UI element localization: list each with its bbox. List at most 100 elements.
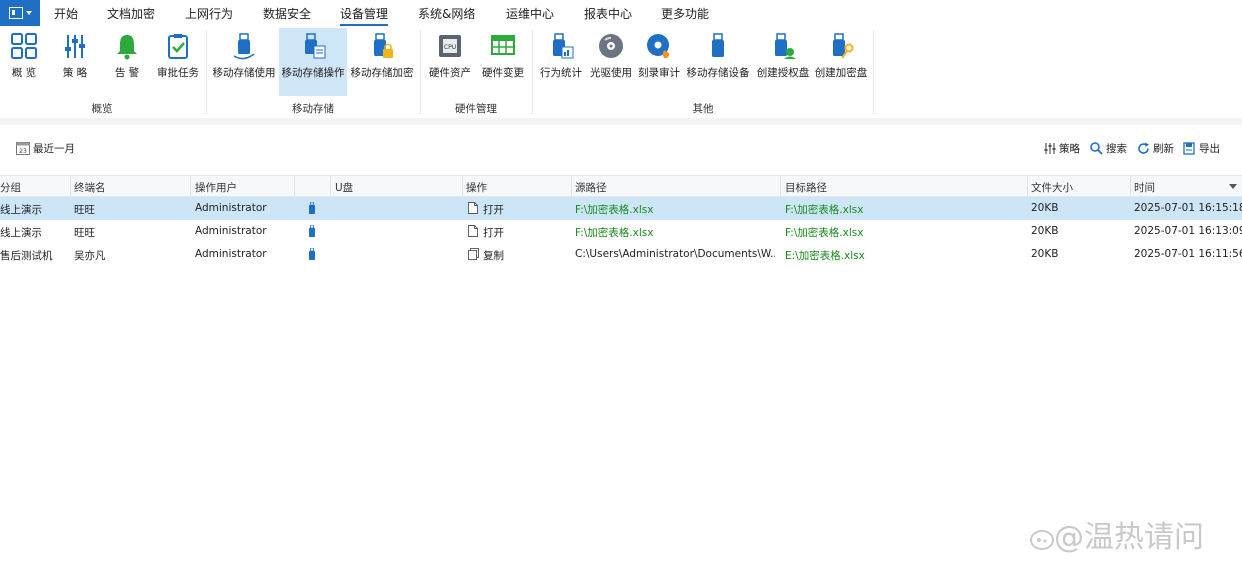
bell-icon xyxy=(117,35,137,60)
cell-group: 线上演示 xyxy=(0,204,42,216)
usb-icon xyxy=(309,248,315,260)
cell-terminal: 旺旺 xyxy=(74,204,95,216)
usb-device-button[interactable]: 移动存储设备 xyxy=(684,28,752,96)
behavior-stats-button[interactable]: 行为统计 xyxy=(536,28,586,96)
column-header-user[interactable]: 操作用户 xyxy=(195,180,237,195)
disc-burn-icon xyxy=(647,34,670,58)
app-menu-icon xyxy=(9,7,23,19)
svg-text:23: 23 xyxy=(19,148,27,155)
table-row[interactable]: 售后测试机 吴亦凡 Administrator 复制 C:\Users\Admi… xyxy=(0,243,1242,266)
cell-terminal: 吴亦凡 xyxy=(74,250,106,262)
table-row[interactable]: 线上演示 旺旺 Administrator 打开 F:\加密表格.xlsx F:… xyxy=(0,220,1242,243)
hardware-change-button[interactable]: 硬件变更 xyxy=(478,28,528,96)
usb-key-icon xyxy=(833,33,854,59)
alert-label: 告 警 xyxy=(114,67,140,79)
column-divider[interactable] xyxy=(294,176,295,196)
search-button[interactable]: 搜索 xyxy=(1090,141,1127,157)
create-encrypted-disk-label: 创建加密盘 xyxy=(814,67,868,79)
tab-device-management[interactable]: 设备管理 xyxy=(340,5,389,26)
group-divider xyxy=(873,30,874,114)
column-header-terminal[interactable]: 终端名 xyxy=(74,180,106,195)
refresh-icon xyxy=(1138,142,1149,154)
column-header-usb[interactable]: U盘 xyxy=(335,180,353,195)
policy-button[interactable]: 策 略 xyxy=(52,28,98,96)
tab-start[interactable]: 开始 xyxy=(54,5,78,22)
cell-time: 2025-07-01 16:11:56 xyxy=(1134,248,1242,260)
column-divider[interactable] xyxy=(1130,176,1131,196)
usb-encryption-button[interactable]: 移动存储加密 xyxy=(348,28,416,96)
usb-drive-icon xyxy=(233,33,255,60)
chevron-down-icon xyxy=(26,11,32,15)
ribbon-bottom-band xyxy=(0,118,1242,125)
cell-user: Administrator xyxy=(195,248,267,260)
file-open-icon xyxy=(468,225,478,237)
column-header-group[interactable]: 分组 xyxy=(0,180,21,195)
table-row[interactable]: 线上演示 旺旺 Administrator 打开 F:\加密表格.xlsx F:… xyxy=(0,197,1242,220)
column-divider[interactable] xyxy=(462,176,463,196)
tab-data-security[interactable]: 数据安全 xyxy=(263,5,311,22)
menu-bar: 开始 文档加密 上网行为 数据安全 设备管理 系统&网络 运维中心 报表中心 更… xyxy=(0,0,1242,26)
tab-doc-encryption[interactable]: 文档加密 xyxy=(107,5,155,22)
content-toolbar: 23 最近一月 策略 搜索 刷新 导出 xyxy=(0,138,1242,160)
overview-button[interactable]: 概 览 xyxy=(2,28,46,96)
cell-user: Administrator xyxy=(195,225,267,237)
optical-disc-icon xyxy=(599,34,623,58)
group-label-hardware: 硬件管理 xyxy=(455,103,497,115)
group-label-overview: 概览 xyxy=(91,103,113,115)
cell-group: 线上演示 xyxy=(0,227,42,239)
column-divider[interactable] xyxy=(571,176,572,196)
watermark: @温热请问 xyxy=(1030,512,1204,556)
column-header-target-path[interactable]: 目标路径 xyxy=(785,180,827,195)
sort-desc-icon[interactable] xyxy=(1229,184,1237,189)
create-encrypted-disk-button[interactable]: 创建加密盘 xyxy=(812,28,870,96)
usb-encryption-label: 移动存储加密 xyxy=(350,67,414,79)
group-divider xyxy=(420,30,421,114)
column-header-time[interactable]: 时间 xyxy=(1134,180,1155,195)
column-header-source-path[interactable]: 源路径 xyxy=(575,180,607,195)
group-label-mobile-storage: 移动存储 xyxy=(292,103,334,115)
column-divider[interactable] xyxy=(190,176,191,196)
export-label: 导出 xyxy=(1199,143,1220,155)
column-header-file-size[interactable]: 文件大小 xyxy=(1031,180,1073,195)
policy-sliders-icon xyxy=(65,35,85,58)
alert-button[interactable]: 告 警 xyxy=(104,28,150,96)
cell-source-path: C:\Users\Administrator\Documents\W... xyxy=(575,248,775,260)
usb-stats-icon xyxy=(553,33,574,59)
refresh-label: 刷新 xyxy=(1153,143,1174,155)
cell-terminal: 旺旺 xyxy=(74,227,95,239)
watermark-logo-icon xyxy=(1030,529,1054,550)
cell-time: 2025-07-01 16:15:18 xyxy=(1134,202,1242,214)
file-copy-icon xyxy=(468,248,479,260)
cell-user: Administrator xyxy=(195,202,267,214)
usb-authorize-icon xyxy=(775,33,796,59)
optical-drive-button[interactable]: 光驱使用 xyxy=(588,28,634,96)
refresh-button[interactable]: 刷新 xyxy=(1137,141,1174,157)
tab-more-functions[interactable]: 更多功能 xyxy=(661,5,709,22)
cell-source-path: F:\加密表格.xlsx xyxy=(575,227,654,239)
burn-audit-button[interactable]: 刻录审计 xyxy=(636,28,682,96)
cell-file-size: 20KB xyxy=(1031,248,1059,260)
cell-operation: 打开 xyxy=(483,204,504,216)
column-divider[interactable] xyxy=(70,176,71,196)
approval-task-button[interactable]: 审批任务 xyxy=(154,28,202,96)
usb-usage-button[interactable]: 移动存储使用 xyxy=(210,28,278,96)
column-divider[interactable] xyxy=(1027,176,1028,196)
tab-internet-behavior[interactable]: 上网行为 xyxy=(185,5,233,22)
strategy-button[interactable]: 策略 xyxy=(1043,141,1080,157)
usb-operation-button[interactable]: 移动存储操作 xyxy=(279,28,347,96)
approval-task-label: 审批任务 xyxy=(157,67,199,79)
export-button[interactable]: 导出 xyxy=(1183,141,1220,157)
app-menu-button[interactable] xyxy=(0,0,40,26)
cell-file-size: 20KB xyxy=(1031,202,1059,214)
date-range-selector[interactable]: 23 最近一月 xyxy=(16,141,75,157)
usb-operation-label: 移动存储操作 xyxy=(281,67,345,79)
tab-report-center[interactable]: 报表中心 xyxy=(584,5,632,22)
tab-system-network[interactable]: 系统&网络 xyxy=(418,5,475,22)
column-divider[interactable] xyxy=(780,176,781,196)
hardware-assets-button[interactable]: CPU 硬件资产 xyxy=(424,28,476,96)
cell-target-path: F:\加密表格.xlsx xyxy=(785,204,864,216)
column-divider[interactable] xyxy=(330,176,331,196)
create-auth-disk-button[interactable]: 创建授权盘 xyxy=(754,28,812,96)
column-header-operation[interactable]: 操作 xyxy=(466,180,487,195)
tab-ops-center[interactable]: 运维中心 xyxy=(506,5,554,22)
